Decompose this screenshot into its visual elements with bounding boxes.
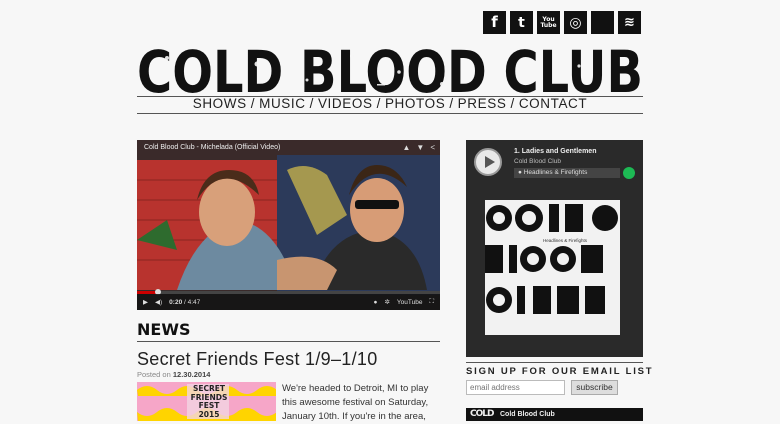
music-player: 1. Ladies and Gentlemen Cold Blood Club …: [466, 140, 643, 357]
email-input[interactable]: [466, 380, 565, 395]
posted-date-value: 12.30.2014: [172, 370, 211, 379]
nav-press[interactable]: PRESS: [458, 96, 507, 111]
album-select[interactable]: ● Headlines & Firefights: [514, 168, 620, 178]
info-icon[interactable]: ●: [374, 299, 378, 306]
video-controls: ▶ ◀) 0:20 / 4:47 ● ✲ YouTube ⛶: [137, 294, 440, 310]
nav-separator: /: [449, 96, 454, 111]
video-time-current: 0:20: [169, 298, 183, 306]
nav-shows[interactable]: SHOWS: [193, 96, 247, 111]
signup-rule: [466, 362, 643, 363]
spotify-icon[interactable]: ≋: [618, 11, 641, 34]
track-title: 1. Ladies and Gentlemen: [514, 148, 597, 155]
nav-videos[interactable]: VIDEOS: [318, 96, 373, 111]
share-icon[interactable]: <: [430, 143, 435, 152]
logo-text: COLD BLOOD CLUB: [137, 44, 643, 96]
track-artist[interactable]: Cold Blood Club: [514, 158, 561, 165]
post-image-text: SECRET FRIENDS FEST 2015: [190, 384, 228, 419]
volume-icon[interactable]: ◀): [155, 298, 162, 306]
video-time-total: 4:47: [187, 298, 201, 306]
post-excerpt: We're headed to Detroit, MI to play this…: [282, 383, 429, 422]
main-nav: SHOWS / MUSIC / VIDEOS / PHOTOS / PRESS / CONTACT: [137, 96, 643, 112]
band-widget[interactable]: COLD Cold Blood Club: [466, 408, 643, 421]
news-heading: NEWS: [137, 320, 191, 339]
signup-heading: SIGN UP FOR OUR EMAIL LIST: [466, 366, 654, 377]
play-button[interactable]: [474, 148, 502, 176]
album-cover[interactable]: Headlines & Firefights: [485, 200, 620, 335]
album-cover-small-text: Headlines & Firefights: [543, 238, 588, 243]
video-title[interactable]: Cold Blood Club - Michelada (Official Vi…: [144, 144, 280, 151]
subscribe-button[interactable]: subscribe: [571, 380, 618, 395]
nav-separator: /: [309, 96, 314, 111]
nav-music[interactable]: MUSIC: [259, 96, 306, 111]
like-icon[interactable]: ▲: [402, 143, 410, 152]
facebook-icon[interactable]: f: [483, 11, 506, 34]
fullscreen-icon[interactable]: ⛶: [429, 298, 434, 306]
nav-photos[interactable]: PHOTOS: [385, 96, 445, 111]
nav-rule: [137, 113, 643, 114]
news-rule: [137, 341, 440, 342]
nav-separator: /: [250, 96, 256, 111]
instagram-icon[interactable]: ◎: [564, 11, 587, 34]
social-links: f t You Tube ◎ ≋: [483, 11, 641, 34]
video-time: 0:20 / 4:47: [169, 298, 201, 306]
post-image[interactable]: SECRET FRIENDS FEST 2015: [137, 382, 276, 421]
settings-icon[interactable]: ✲: [384, 298, 389, 306]
dislike-icon[interactable]: ▼: [416, 143, 424, 152]
apple-icon[interactable]: [591, 11, 614, 34]
nav-separator: /: [376, 96, 381, 111]
nav-contact[interactable]: CONTACT: [519, 96, 587, 111]
site-logo[interactable]: COLD BLOOD CLUB: [137, 44, 643, 96]
youtube-icon[interactable]: You Tube: [537, 11, 560, 34]
album-cover-art: [485, 200, 620, 335]
nav-separator: /: [510, 96, 515, 111]
play-icon[interactable]: ▶: [143, 298, 148, 306]
album-name: Headlines & Firefights: [523, 169, 588, 176]
post-title[interactable]: Secret Friends Fest 1/9–1/10: [137, 349, 378, 370]
posted-label: Posted on: [137, 370, 171, 379]
video-frame: [137, 140, 440, 310]
post-date: Posted on 12.30.2014: [137, 370, 210, 379]
widget-logo: COLD: [470, 409, 494, 419]
video-player[interactable]: Cold Blood Club - Michelada (Official Vi…: [137, 140, 440, 310]
twitter-icon[interactable]: t: [510, 11, 533, 34]
widget-band-name[interactable]: Cold Blood Club: [500, 411, 555, 418]
spotify-logo-icon[interactable]: [623, 167, 635, 179]
youtube-brand[interactable]: YouTube: [397, 299, 423, 306]
video-top-icons: ▲ ▼ <: [402, 143, 435, 152]
